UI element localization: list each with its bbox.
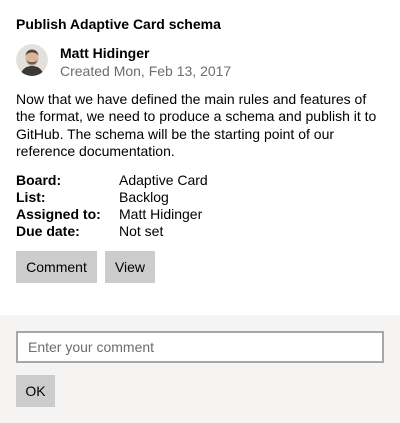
card-title: Publish Adaptive Card schema xyxy=(16,16,221,32)
author-avatar-icon xyxy=(16,44,48,76)
author-name: Matt Hidinger xyxy=(60,45,150,61)
fact-key: Assigned to: xyxy=(16,206,101,222)
card-description: Now that we have defined the main rules … xyxy=(16,91,377,159)
adaptive-card: Publish Adaptive Card schema Matt Hiding… xyxy=(0,0,400,423)
fact-key: Board: xyxy=(16,172,62,188)
fact-key: Due date: xyxy=(16,223,80,239)
fact-key: List: xyxy=(16,189,46,205)
fact-set: Board: Adaptive Card List: Backlog Assig… xyxy=(16,172,208,240)
fact-value: Not set xyxy=(119,223,164,239)
comment-input[interactable] xyxy=(16,331,384,363)
action-bar: Comment View xyxy=(16,251,155,283)
fact-value: Adaptive Card xyxy=(119,172,208,188)
comment-panel: OK xyxy=(0,315,400,423)
fact-row-due-date: Due date: Not set xyxy=(16,223,208,240)
comment-button[interactable]: Comment xyxy=(16,251,97,283)
created-date: Created Mon, Feb 13, 2017 xyxy=(60,63,232,79)
fact-value: Backlog xyxy=(119,189,169,205)
fact-value: Matt Hidinger xyxy=(119,206,203,222)
fact-row-board: Board: Adaptive Card xyxy=(16,172,208,189)
fact-row-list: List: Backlog xyxy=(16,189,208,206)
ok-button[interactable]: OK xyxy=(16,375,55,407)
fact-row-assigned-to: Assigned to: Matt Hidinger xyxy=(16,206,208,223)
view-button[interactable]: View xyxy=(105,251,155,283)
